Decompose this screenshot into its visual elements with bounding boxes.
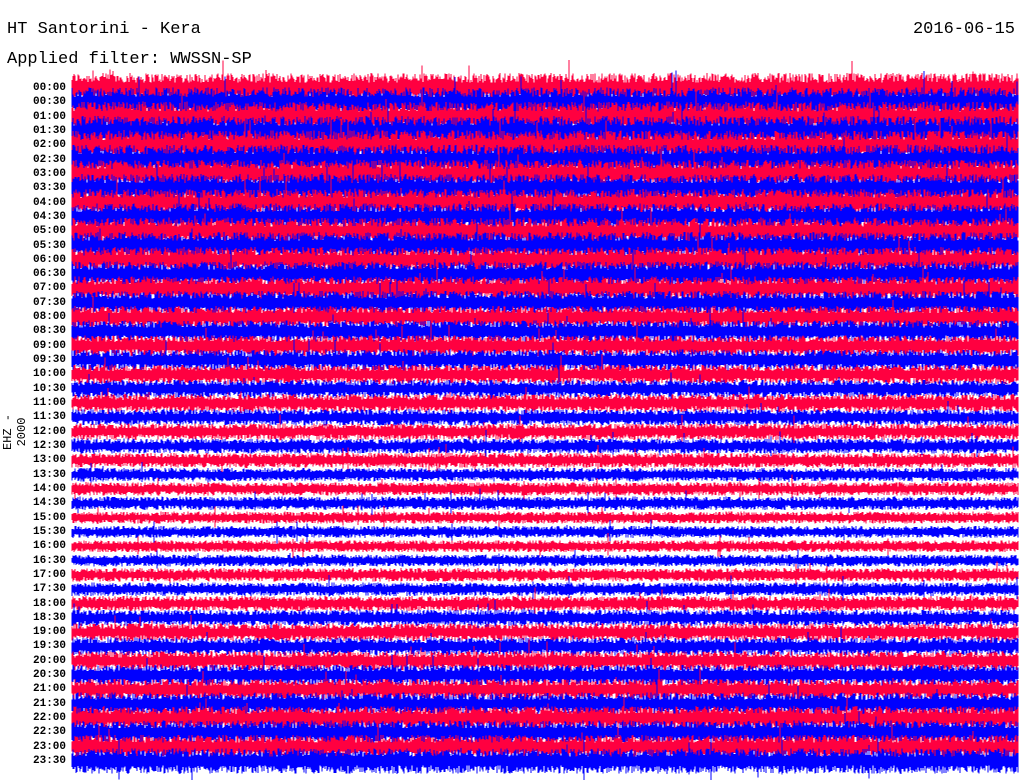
time-label: 20:30 bbox=[33, 669, 67, 682]
time-label: 18:30 bbox=[33, 611, 67, 624]
time-label: 01:30 bbox=[33, 124, 67, 137]
trace-row-1630 bbox=[71, 549, 1019, 574]
time-label: 17:30 bbox=[33, 583, 67, 596]
time-label: 02:00 bbox=[33, 139, 67, 152]
time-label: 05:30 bbox=[33, 239, 67, 252]
time-label: 17:00 bbox=[33, 568, 67, 581]
time-label: 21:00 bbox=[33, 683, 67, 696]
time-label: 10:30 bbox=[33, 382, 67, 395]
filter-label: Applied filter: WWSSN-SP bbox=[7, 50, 252, 69]
time-label: 06:30 bbox=[33, 268, 67, 281]
time-label: 02:30 bbox=[33, 153, 67, 166]
time-label: 08:30 bbox=[33, 325, 67, 338]
time-label: 05:00 bbox=[33, 225, 67, 238]
time-label: 00:00 bbox=[33, 82, 67, 94]
time-label: 07:00 bbox=[33, 282, 67, 295]
time-label: 13:30 bbox=[33, 468, 67, 481]
time-label: 10:00 bbox=[33, 368, 67, 381]
time-label: 22:30 bbox=[33, 726, 67, 739]
time-label: 22:00 bbox=[33, 712, 67, 725]
time-label: 21:30 bbox=[33, 697, 67, 710]
trace-row-1500 bbox=[71, 505, 1019, 528]
channel-label: EHZ - 2000 bbox=[1, 414, 29, 451]
time-label: 23:30 bbox=[33, 755, 67, 768]
time-label: 04:00 bbox=[33, 196, 67, 209]
helicorder-plot bbox=[71, 60, 1019, 780]
time-label: 19:30 bbox=[33, 640, 67, 653]
time-label: 07:30 bbox=[33, 296, 67, 309]
time-label: 12:30 bbox=[33, 440, 67, 452]
time-label: 15:00 bbox=[33, 511, 67, 524]
time-label: 16:30 bbox=[33, 554, 67, 567]
time-label: 13:00 bbox=[33, 454, 67, 467]
time-label: 23:00 bbox=[33, 740, 67, 753]
time-label: 01:00 bbox=[33, 110, 67, 123]
time-label: 03:30 bbox=[33, 182, 67, 195]
time-label: 03:00 bbox=[33, 167, 67, 180]
time-label: 04:30 bbox=[33, 210, 67, 223]
time-label: 11:00 bbox=[33, 397, 67, 410]
time-label: 06:00 bbox=[33, 253, 67, 266]
time-label: 00:30 bbox=[33, 96, 67, 109]
time-label: 09:00 bbox=[33, 339, 67, 352]
time-label: 20:00 bbox=[33, 654, 67, 667]
time-label: 14:00 bbox=[33, 482, 67, 495]
time-label: 12:00 bbox=[33, 425, 67, 438]
time-label: 09:30 bbox=[33, 354, 67, 367]
time-label: 08:00 bbox=[33, 311, 67, 324]
time-label: 16:00 bbox=[33, 540, 67, 553]
time-label: 11:30 bbox=[33, 411, 67, 424]
trace-row-1600 bbox=[71, 533, 1019, 559]
time-label: 18:00 bbox=[33, 597, 67, 610]
time-label: 19:00 bbox=[33, 626, 67, 639]
time-label: 15:30 bbox=[33, 525, 67, 538]
time-label: 14:30 bbox=[33, 497, 67, 510]
